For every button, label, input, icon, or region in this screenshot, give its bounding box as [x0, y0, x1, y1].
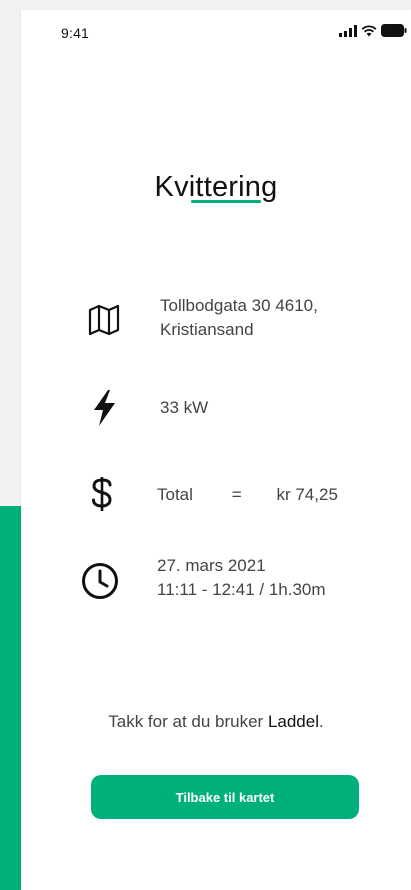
map-icon — [84, 300, 124, 340]
thanks-end: . — [319, 712, 324, 731]
total-line: Total = kr 74,25 — [157, 483, 397, 507]
total-label: Total — [157, 485, 193, 504]
title-underline — [191, 200, 261, 203]
clock-icon — [80, 561, 120, 601]
charge-date: 27. mars 2021 — [157, 556, 266, 575]
address-line-1: Tollbodgata 30 4610, — [160, 296, 318, 315]
thanks-text: Takk for at du bruker — [108, 712, 268, 731]
power-value: 33 kW — [160, 398, 209, 417]
wifi-icon — [361, 24, 377, 36]
brand-name: Laddel — [267, 712, 319, 731]
thanks-message: Takk for at du bruker Laddel. — [21, 712, 411, 732]
status-time: 9:41 — [61, 25, 90, 41]
signal-icon — [339, 24, 357, 37]
back-to-map-button[interactable]: Tilbake til kartet — [91, 775, 359, 819]
status-icons — [339, 24, 407, 37]
total-equals: = — [231, 485, 242, 504]
lightning-icon — [84, 388, 124, 428]
dollar-icon — [82, 474, 122, 514]
battery-icon — [381, 24, 407, 37]
time-text: 27. mars 2021 11:11 - 12:41 / 1h.30m — [157, 554, 326, 602]
total-value: kr 74,25 — [276, 485, 338, 504]
address-line-2: Kristiansand — [160, 320, 254, 339]
charge-time-range: 11:11 - 12:41 / 1h.30m — [157, 580, 326, 599]
address-text: Tollbodgata 30 4610, Kristiansand — [160, 294, 318, 342]
receipt-screen: 9:41 Kvittering Tollbodgata 30 4610, Kri… — [21, 10, 411, 890]
